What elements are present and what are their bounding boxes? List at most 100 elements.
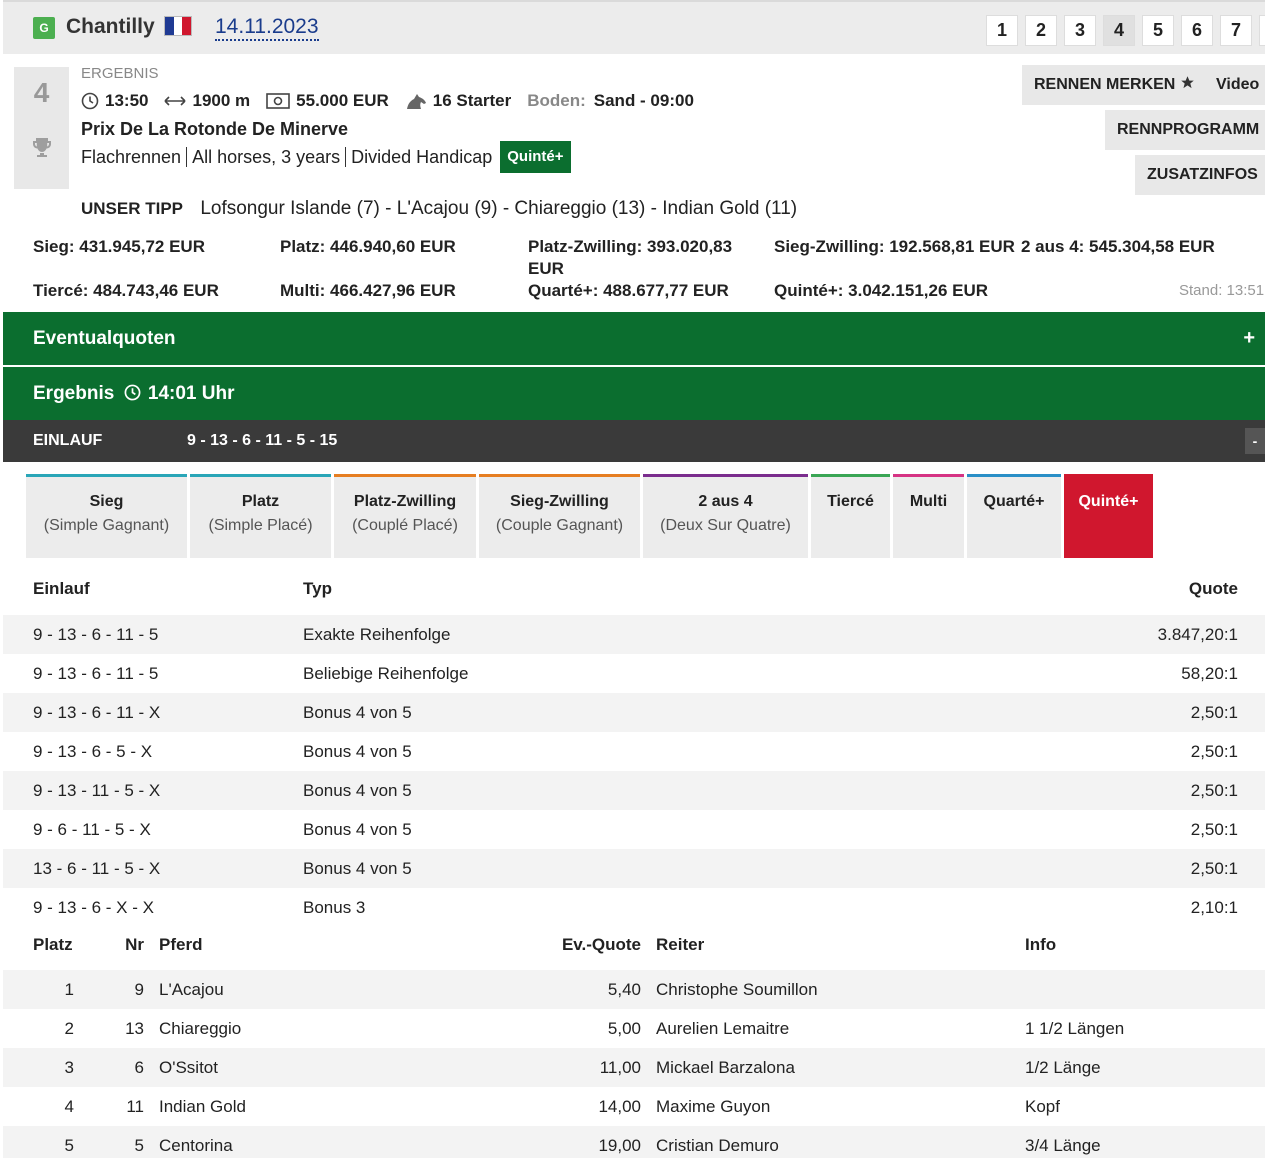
ergebnis-title: Ergebnis: [33, 383, 115, 404]
table-row: 1 9 L'Acajou 5,40 Christophe Soumillon: [3, 970, 1265, 1009]
einlauf-cell: 9 - 13 - 6 - 11 - 5: [33, 625, 159, 644]
jockey-name-link[interactable]: Mickael Barzalona: [656, 1048, 795, 1087]
table-row: 9 - 13 - 6 - 11 - 5 Exakte Reihenfolge 3…: [3, 615, 1265, 654]
einlauf-cell: 9 - 13 - 11 - 5 - X: [33, 781, 161, 800]
jockey-name-link[interactable]: Christophe Soumillon: [656, 970, 818, 1009]
einlauf-cell: 13 - 6 - 11 - 5 - X: [33, 859, 161, 878]
race-date-link[interactable]: 14.11.2023: [215, 15, 319, 41]
gallop-badge: G: [33, 17, 55, 39]
typ-cell: Bonus 4 von 5: [303, 859, 412, 878]
horse-name-link[interactable]: Chiareggio: [159, 1009, 241, 1048]
race-number-box: 4: [14, 67, 69, 189]
pool-totals: Sieg: 431.945,72 EUR Platz: 446.940,60 E…: [33, 236, 1265, 306]
tab-multi-label: Multi: [909, 493, 948, 510]
jockey-name-link[interactable]: Aurelien Lemaitre: [656, 1009, 789, 1048]
clock-icon: [81, 92, 99, 110]
race-meta: 13:50 1900 m 55.000 EUR 16 Starter Boden…: [81, 91, 710, 111]
bet-type-tabs: Sieg (Simple Gagnant) Platz (Simple Plac…: [26, 474, 1156, 558]
tab-platz-zwilling-label: Platz-Zwilling: [353, 493, 457, 510]
ev-quote-cell: 14,00: [598, 1097, 641, 1116]
race-ground: Boden: Sand - 09:00: [527, 91, 694, 111]
rennen-merken-button[interactable]: RENNEN MERKEN: [1022, 65, 1207, 105]
tab-platz[interactable]: Platz (Simple Placé): [190, 474, 331, 558]
race-tabs: 1 2 3 4 5 6 7: [986, 15, 1265, 46]
video-button[interactable]: Video: [1204, 65, 1265, 105]
tip-label: UNSER TIPP: [81, 199, 184, 218]
typ-cell: Bonus 4 von 5: [303, 742, 412, 761]
col-reiter: Reiter: [656, 935, 705, 954]
col-typ: Typ: [303, 579, 332, 598]
table-row: 13 - 6 - 11 - 5 - X Bonus 4 von 5 2,50:1: [3, 849, 1265, 888]
typ-cell: Beliebige Reihenfolge: [303, 664, 469, 683]
tab-2-aus-4[interactable]: 2 aus 4 (Deux Sur Quatre): [643, 474, 808, 558]
quinte-badge: Quinté+: [500, 141, 571, 173]
tab-platz-zwilling[interactable]: Platz-Zwilling (Couplé Placé): [334, 474, 476, 558]
race-prize-value: 55.000 EUR: [296, 91, 389, 110]
race-prize: 55.000 EUR: [266, 91, 389, 111]
venue-name: Chantilly: [66, 15, 155, 38]
quote-cell: 3.847,20:1: [1157, 625, 1238, 644]
table-row: 9 - 13 - 6 - 11 - X Bonus 4 von 5 2,50:1: [3, 693, 1265, 732]
tab-quinte[interactable]: Quinté+: [1064, 474, 1153, 558]
ground-label: Boden:: [527, 91, 586, 110]
col-nr: Nr: [125, 935, 144, 954]
col-quote: Quote: [1188, 579, 1238, 598]
tab-multi[interactable]: Multi: [893, 474, 964, 558]
nr-cell: 9: [134, 980, 144, 999]
col-platz: Platz: [33, 935, 73, 954]
race-tab-2[interactable]: 2: [1025, 15, 1057, 46]
col-einlauf: Einlauf: [33, 579, 90, 598]
nr-cell: 11: [126, 1097, 144, 1116]
tab-sieg[interactable]: Sieg (Simple Gagnant): [26, 474, 187, 558]
race-distance: 1900 m: [164, 91, 250, 111]
clock-icon: [124, 384, 141, 401]
pool-stand-time: Stand: 13:51 Uhr: [1179, 282, 1265, 299]
race-tab-6[interactable]: 6: [1181, 15, 1213, 46]
table-row: 5 5 Centorina 19,00 Cristian Demuro 3/4 …: [3, 1126, 1265, 1158]
pool-platz-zwilling-unit: EUR: [528, 259, 564, 278]
rennprogramm-button[interactable]: RENNPROGRAMM: [1105, 110, 1265, 150]
horse-name-link[interactable]: L'Acajou: [159, 970, 224, 1009]
collapse-icon[interactable]: -: [1245, 428, 1265, 454]
ergebnis-header: Ergebnis 14:01 Uhr: [3, 367, 1265, 420]
tab-quarte-label: Quarté+: [983, 493, 1045, 510]
race-tab-4[interactable]: 4: [1103, 15, 1135, 46]
tab-platz-label: Platz: [241, 493, 280, 510]
zusatzinfos-label: ZUSATZINFOS: [1147, 166, 1258, 183]
ev-quote-cell: 5,00: [607, 1019, 641, 1038]
jockey-name-link[interactable]: Maxime Guyon: [656, 1087, 770, 1126]
race-status: ERGEBNIS: [81, 65, 159, 82]
race-tab-5[interactable]: 5: [1142, 15, 1174, 46]
einlauf-cell: 9 - 13 - 6 - X - X: [33, 898, 154, 917]
typ-cell: Bonus 4 von 5: [303, 781, 412, 800]
race-tab-1[interactable]: 1: [986, 15, 1018, 46]
horse-name-link[interactable]: O'Ssitot: [159, 1048, 218, 1087]
tab-sieg-zwilling[interactable]: Sieg-Zwilling (Couple Gagnant): [479, 474, 640, 558]
horse-name-link[interactable]: Indian Gold: [159, 1087, 246, 1126]
table-row: 4 11 Indian Gold 14,00 Maxime Guyon Kopf: [3, 1087, 1265, 1126]
platz-cell: 3: [64, 1058, 74, 1077]
einlauf-label: EINLAUF: [33, 432, 103, 449]
horse-icon: [406, 94, 426, 109]
horse-name-link[interactable]: Centorina: [159, 1126, 233, 1158]
rennen-merken-label: RENNEN MERKEN: [1034, 76, 1176, 93]
einlauf-bar: EINLAUF 9 - 13 - 6 - 11 - 5 - 15 -: [3, 420, 1265, 462]
tab-2-aus-4-sublabel: (Deux Sur Quatre): [660, 517, 791, 534]
expand-icon[interactable]: +: [1243, 312, 1255, 365]
zusatzinfos-button[interactable]: ZUSATZINFOS: [1135, 155, 1265, 195]
eventualquoten-header[interactable]: Eventualquoten +: [3, 312, 1265, 365]
platz-cell: 2: [64, 1019, 74, 1038]
table-row: 9 - 13 - 6 - 11 - 5 Beliebige Reihenfolg…: [3, 654, 1265, 693]
jockey-name-link[interactable]: Cristian Demuro: [656, 1126, 779, 1158]
ergebnis-time: 14:01 Uhr: [147, 383, 235, 404]
tab-tierce[interactable]: Tiercé: [811, 474, 890, 558]
tab-quarte[interactable]: Quarté+: [967, 474, 1061, 558]
col-pferd: Pferd: [159, 935, 203, 954]
typ-cell: Bonus 4 von 5: [303, 703, 412, 722]
typ-cell: Exakte Reihenfolge: [303, 625, 451, 644]
race-tab-7[interactable]: 7: [1220, 15, 1252, 46]
distance-arrows-icon: [164, 96, 187, 106]
pool-quarte: Quarté+: 488.677,77 EUR: [528, 281, 729, 300]
race-tab-3[interactable]: 3: [1064, 15, 1096, 46]
race-tab-next[interactable]: [1259, 15, 1265, 46]
